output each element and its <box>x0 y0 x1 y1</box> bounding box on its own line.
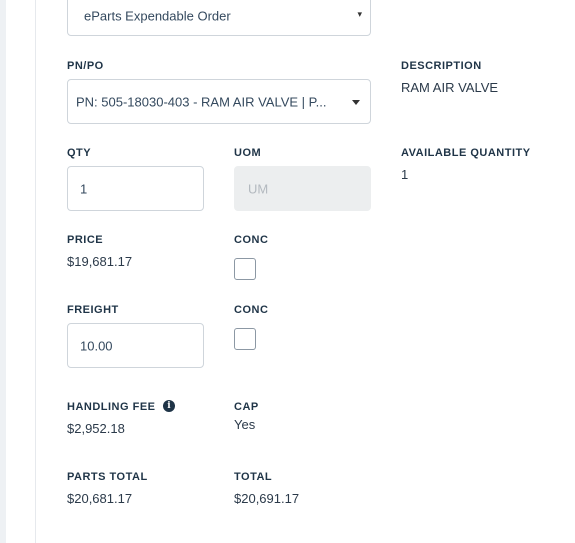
freight-input[interactable]: 10.00 <box>67 323 204 368</box>
chevron-down-icon: ▾ <box>357 8 362 19</box>
price-label: PRICE <box>67 234 104 246</box>
uom-input[interactable]: UM <box>234 166 371 211</box>
cap-value: Yes <box>234 417 256 432</box>
qty-value: 1 <box>80 181 88 196</box>
price-value: $19,681.17 <box>67 254 133 269</box>
freight-label: FREIGHT <box>67 304 119 316</box>
description-label: DESCRIPTION <box>401 60 482 72</box>
total-label: TOTAL <box>234 471 273 483</box>
parts-total-label: PARTS TOTAL <box>67 471 148 483</box>
uom-label: UOM <box>234 147 262 159</box>
left-divider <box>35 0 36 543</box>
conc-freight-checkbox[interactable] <box>234 328 256 350</box>
qty-label: QTY <box>67 147 92 159</box>
order-type-value: eParts Expendable Order <box>84 8 231 24</box>
pnpo-select[interactable]: PN: 505-18030-403 - RAM AIR VALVE | P... <box>67 79 371 124</box>
qty-input[interactable]: 1 <box>67 166 204 211</box>
conc-price-checkbox[interactable] <box>234 258 256 280</box>
order-type-select[interactable]: eParts Expendable Order ▾ <box>67 0 371 36</box>
pnpo-value: PN: 505-18030-403 - RAM AIR VALVE | P... <box>76 94 327 109</box>
uom-placeholder: UM <box>248 181 269 196</box>
handling-fee-label: HANDLING FEE <box>67 401 156 413</box>
available-quantity-value: 1 <box>401 167 409 182</box>
info-icon[interactable]: i <box>163 400 175 412</box>
freight-value: 10.00 <box>80 338 113 353</box>
total-value: $20,691.17 <box>234 491 300 506</box>
conc-price-label: CONC <box>234 234 269 246</box>
pnpo-label: PN/PO <box>67 60 104 72</box>
conc-freight-label: CONC <box>234 304 269 316</box>
description-value: RAM AIR VALVE <box>401 80 499 95</box>
available-quantity-label: AVAILABLE QUANTITY <box>401 147 531 159</box>
caret-down-icon <box>352 99 360 105</box>
handling-fee-value: $2,952.18 <box>67 421 125 436</box>
parts-total-value: $20,681.17 <box>67 491 133 506</box>
left-rail <box>0 0 6 543</box>
cap-label: CAP <box>234 401 259 413</box>
